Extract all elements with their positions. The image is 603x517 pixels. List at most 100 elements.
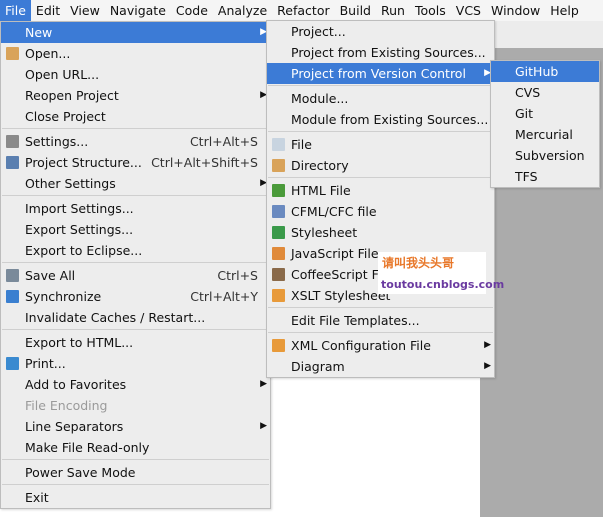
menu-item-project-structure[interactable]: Project Structure... Ctrl+Alt+Shift+S <box>1 152 270 173</box>
menu-item-module[interactable]: Module... <box>267 88 494 109</box>
xml-file-icon <box>272 339 285 352</box>
submenu-arrow-icon: ▶ <box>484 361 491 371</box>
menu-item-label: Make File Read-only <box>25 440 150 455</box>
menu-item-print[interactable]: Print... <box>1 353 270 374</box>
menu-item-exit[interactable]: Exit <box>1 487 270 508</box>
menu-item-make-file-read-only[interactable]: Make File Read-only <box>1 437 270 458</box>
watermark-title: 请叫我头头哥 <box>382 256 455 270</box>
menu-item-label: Git <box>515 106 534 121</box>
menu-item-line-separators[interactable]: Line Separators ▶ <box>1 416 270 437</box>
menu-window[interactable]: Window <box>486 0 545 21</box>
menu-bar: File Edit View Navigate Code Analyze Refactor B… <box>0 0 603 21</box>
menu-item-cfml-cfc-file[interactable]: CFML/CFC file <box>267 201 494 222</box>
menu-tools[interactable]: Tools <box>410 0 451 21</box>
menu-item-label: HTML File <box>291 183 351 198</box>
menu-item-add-to-favorites[interactable]: Add to Favorites ▶ <box>1 374 270 395</box>
menu-item-label: Save All <box>25 268 76 283</box>
file-menu: New ▶ Open... Open URL... Reopen Project ▶ Clo… <box>0 21 271 509</box>
wrench-icon <box>6 135 19 148</box>
menu-item-module-from-existing-sources[interactable]: Module from Existing Sources... <box>267 109 494 130</box>
menu-item-label: Export Settings... <box>25 222 134 237</box>
menu-item-label: GitHub <box>515 64 559 79</box>
watermark-url: toutou.cnblogs.com <box>381 278 505 291</box>
menu-item-mercurial[interactable]: Mercurial <box>491 124 599 145</box>
menu-item-label: CVS <box>515 85 541 100</box>
menu-item-label: Line Separators <box>25 419 124 434</box>
shortcut-label: Ctrl+Alt+Shift+S <box>151 155 258 170</box>
menu-item-xml-configuration-file[interactable]: XML Configuration File ▶ <box>267 335 494 356</box>
shortcut-label: Ctrl+Alt+S <box>189 134 258 149</box>
menu-edit[interactable]: Edit <box>31 0 65 21</box>
menu-item-open[interactable]: Open... <box>1 43 270 64</box>
menu-item-label: Import Settings... <box>25 201 134 216</box>
menu-item-label: Print... <box>25 356 66 371</box>
menu-item-label: Stylesheet <box>291 225 358 240</box>
menu-item-github[interactable]: GitHub <box>491 61 599 82</box>
new-submenu: Project... Project from Existing Sources.… <box>266 20 495 378</box>
menu-item-label: XSLT Stylesheet <box>291 288 391 303</box>
menu-item-synchronize[interactable]: Synchronize Ctrl+Alt+Y <box>1 286 270 307</box>
version-control-submenu: GitHub CVS Git Mercurial Subversion TFS <box>490 60 600 188</box>
menu-view[interactable]: View <box>65 0 105 21</box>
menu-item-label: Open URL... <box>25 67 100 82</box>
submenu-arrow-icon: ▶ <box>484 340 491 350</box>
menu-item-stylesheet[interactable]: Stylesheet <box>267 222 494 243</box>
menu-item-label: New <box>25 25 53 40</box>
menu-item-label: Export to HTML... <box>25 335 134 350</box>
menu-item-label: Project from Existing Sources... <box>291 45 486 60</box>
shortcut-label: Ctrl+S <box>217 268 258 283</box>
save-icon <box>6 269 19 282</box>
html-file-icon <box>272 184 285 197</box>
menu-item-git[interactable]: Git <box>491 103 599 124</box>
menu-run[interactable]: Run <box>376 0 410 21</box>
menu-help[interactable]: Help <box>545 0 584 21</box>
menu-item-settings[interactable]: Settings... Ctrl+Alt+S <box>1 131 270 152</box>
menu-analyze[interactable]: Analyze <box>213 0 272 21</box>
menu-item-edit-file-templates[interactable]: Edit File Templates... <box>267 310 494 331</box>
menu-navigate[interactable]: Navigate <box>105 0 171 21</box>
toolbar-area <box>490 21 603 48</box>
menu-refactor[interactable]: Refactor <box>272 0 334 21</box>
menu-item-project[interactable]: Project... <box>267 21 494 42</box>
menu-build[interactable]: Build <box>335 0 376 21</box>
menu-item-new[interactable]: New ▶ <box>1 22 270 43</box>
menu-item-label: Module... <box>291 91 349 106</box>
menu-item-invalidate-caches-restart[interactable]: Invalidate Caches / Restart... <box>1 307 270 328</box>
menu-item-subversion[interactable]: Subversion <box>491 145 599 166</box>
menu-item-html-file[interactable]: HTML File <box>267 180 494 201</box>
file-icon <box>272 138 285 151</box>
menu-code[interactable]: Code <box>171 0 213 21</box>
menu-file[interactable]: File <box>0 0 31 21</box>
watermark: 请叫我头头哥 toutou.cnblogs.com <box>378 252 504 294</box>
menu-item-export-to-eclipse[interactable]: Export to Eclipse... <box>1 240 270 261</box>
menu-item-export-to-html[interactable]: Export to HTML... <box>1 332 270 353</box>
menu-item-diagram[interactable]: Diagram ▶ <box>267 356 494 377</box>
sync-icon <box>6 290 19 303</box>
menu-item-label: Add to Favorites <box>25 377 127 392</box>
menu-item-label: Open... <box>25 46 71 61</box>
submenu-arrow-icon: ▶ <box>260 421 267 431</box>
menu-item-open-url[interactable]: Open URL... <box>1 64 270 85</box>
menu-item-export-settings[interactable]: Export Settings... <box>1 219 270 240</box>
menu-item-label: File Encoding <box>25 398 108 413</box>
menu-item-directory[interactable]: Directory <box>267 155 494 176</box>
folder-icon <box>6 47 19 60</box>
menu-item-power-save-mode[interactable]: Power Save Mode <box>1 462 270 483</box>
menu-item-label: Reopen Project <box>25 88 119 103</box>
menu-item-project-from-existing-sources[interactable]: Project from Existing Sources... <box>267 42 494 63</box>
menu-item-other-settings[interactable]: Other Settings ▶ <box>1 173 270 194</box>
menu-item-label: Invalidate Caches / Restart... <box>25 310 206 325</box>
menu-item-file[interactable]: File <box>267 134 494 155</box>
menu-item-reopen-project[interactable]: Reopen Project ▶ <box>1 85 270 106</box>
menu-item-label: Export to Eclipse... <box>25 243 143 258</box>
menu-item-cvs[interactable]: CVS <box>491 82 599 103</box>
menu-item-tfs[interactable]: TFS <box>491 166 599 187</box>
menu-item-import-settings[interactable]: Import Settings... <box>1 198 270 219</box>
menu-vcs[interactable]: VCS <box>451 0 486 21</box>
menu-item-close-project[interactable]: Close Project <box>1 106 270 127</box>
menu-item-label: TFS <box>515 169 538 184</box>
shortcut-label: Ctrl+Alt+Y <box>190 289 258 304</box>
menu-item-project-from-version-control[interactable]: Project from Version Control ▶ <box>267 63 494 84</box>
menu-item-label: Other Settings <box>25 176 116 191</box>
menu-item-save-all[interactable]: Save All Ctrl+S <box>1 265 270 286</box>
